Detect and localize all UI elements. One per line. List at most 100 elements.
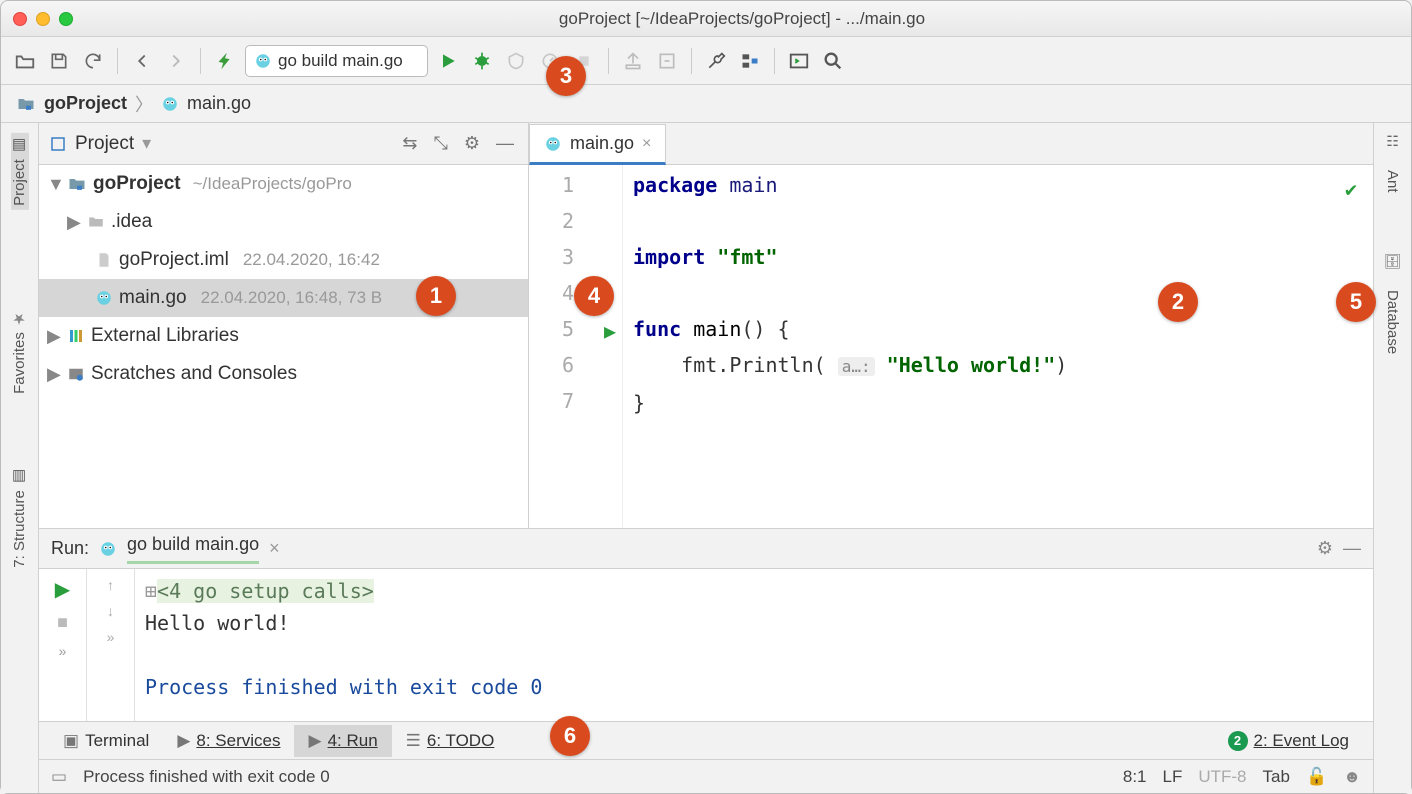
callout-1: 1 — [416, 276, 456, 316]
services-tab[interactable]: ▶8: Services — [163, 725, 294, 757]
code-area[interactable]: package main import "fmt" func main() { … — [623, 165, 1373, 528]
run-icon: ▶ — [308, 731, 321, 751]
run-config-name[interactable]: go build main.go — [127, 534, 259, 564]
breadcrumb-separator: 〉 — [135, 91, 153, 117]
window-controls — [13, 12, 73, 26]
terminal-tab[interactable]: ▣Terminal — [49, 725, 163, 757]
callout-4: 4 — [574, 276, 614, 316]
close-window-button[interactable] — [13, 12, 27, 26]
gopher-icon — [99, 540, 117, 558]
open-icon[interactable] — [11, 47, 39, 75]
tree-root-path: ~/IdeaProjects/goPro — [193, 174, 352, 194]
run-output[interactable]: ⊞<4 go setup calls> Hello world! Process… — [135, 569, 1373, 721]
chevron-down-icon[interactable]: ▼ — [47, 174, 61, 195]
vcs-commit-icon[interactable] — [653, 47, 681, 75]
save-all-icon[interactable] — [45, 47, 73, 75]
run-tab[interactable]: ▶4: Run — [294, 725, 391, 757]
tool-windows-icon[interactable]: ▭ — [51, 767, 67, 787]
refresh-icon[interactable] — [79, 47, 107, 75]
inspection-hector-icon[interactable]: ☻ — [1343, 767, 1361, 787]
tree-root[interactable]: ▼ goProject ~/IdeaProjects/goPro — [39, 165, 528, 203]
database-tool-tab[interactable]: Database — [1384, 290, 1401, 354]
event-log-tab[interactable]: 22: Event Log — [1214, 725, 1363, 757]
tree-external-libs[interactable]: ▶ External Libraries — [39, 317, 528, 355]
dropdown-icon[interactable]: ▾ — [142, 133, 151, 154]
debug-icon[interactable] — [468, 47, 496, 75]
tree-scratches[interactable]: ▶ Scratches and Consoles — [39, 355, 528, 393]
scratches-icon — [67, 365, 85, 383]
down-icon[interactable]: ↓ — [107, 603, 114, 619]
main-toolbar: go build main.go — [1, 37, 1411, 85]
hide-panel-icon[interactable]: — — [492, 133, 518, 154]
project-tool-tab[interactable]: Project ▤ — [11, 133, 29, 210]
todo-tab[interactable]: ☰6: TODO — [392, 725, 509, 757]
module-icon — [49, 135, 67, 153]
run-anything-icon[interactable] — [785, 47, 813, 75]
collapse-all-icon[interactable]: ⤡ — [429, 133, 451, 154]
up-icon[interactable]: ↑ — [107, 577, 114, 593]
expand-icon[interactable]: ⊞ — [145, 579, 157, 603]
hide-panel-icon[interactable]: — — [1343, 538, 1361, 559]
editor-tab-label: main.go — [570, 133, 634, 154]
gopher-icon — [254, 52, 272, 70]
settings-wrench-icon[interactable] — [702, 47, 730, 75]
stop-icon[interactable]: ■ — [57, 612, 68, 633]
run-controls-secondary: ↑ ↓ » — [87, 569, 135, 721]
project-structure-icon[interactable] — [736, 47, 764, 75]
terminal-icon: ▣ — [63, 731, 79, 751]
breadcrumb-file[interactable]: main.go — [187, 93, 251, 114]
breadcrumb-project[interactable]: goProject — [44, 93, 127, 114]
maximize-window-button[interactable] — [59, 12, 73, 26]
back-icon[interactable] — [128, 47, 156, 75]
settings-gear-icon[interactable]: ⚙ — [460, 133, 484, 154]
run-panel: Run: go build main.go × ⚙ — ▶ ■ » ↑ ↓ » — [39, 529, 1373, 721]
favorites-tool-tab[interactable]: Favorites ★ — [11, 306, 29, 398]
editor-tab-main-go[interactable]: main.go × — [529, 124, 666, 165]
line-separator[interactable]: LF — [1163, 767, 1183, 787]
folder-icon — [16, 94, 36, 114]
search-everywhere-icon[interactable] — [819, 47, 847, 75]
inspection-ok-icon[interactable]: ✔ — [1345, 171, 1357, 207]
callout-5: 5 — [1336, 282, 1376, 322]
run-icon[interactable] — [434, 47, 462, 75]
parameter-hint: a…: — [838, 357, 875, 376]
run-panel-title: Run: — [51, 538, 89, 559]
tree-folder-idea[interactable]: ▶ .idea — [39, 203, 528, 241]
callout-6: 6 — [550, 716, 590, 756]
titlebar: goProject [~/IdeaProjects/goProject] - .… — [1, 1, 1411, 37]
tree-file-iml[interactable]: goProject.iml 22.04.2020, 16:42 — [39, 241, 528, 279]
close-run-tab-icon[interactable]: × — [269, 538, 280, 559]
structure-tool-tab[interactable]: 7: Structure ▥ — [11, 464, 29, 572]
project-panel: Project ▾ ⇆ ⤡ ⚙ — ▼ goProject ~/IdeaProj… — [39, 123, 529, 528]
chevron-right-icon[interactable]: ▶ — [47, 326, 61, 347]
bottom-tool-tabs: ▣Terminal ▶8: Services ▶4: Run ☰6: TODO … — [39, 721, 1373, 759]
chevron-right-icon[interactable]: ▶ — [47, 364, 61, 385]
readonly-lock-icon[interactable]: 🔓 — [1306, 767, 1327, 787]
rerun-icon[interactable]: ▶ — [55, 577, 70, 602]
close-tab-icon[interactable]: × — [642, 135, 651, 153]
settings-gear-icon[interactable]: ⚙ — [1317, 538, 1333, 559]
ant-tool-tab[interactable]: Ant — [1384, 170, 1401, 193]
scroll-from-source-icon[interactable]: ⇆ — [398, 133, 421, 154]
cursor-position[interactable]: 8:1 — [1123, 767, 1147, 787]
file-encoding[interactable]: UTF-8 — [1198, 767, 1246, 787]
code-editor[interactable]: 1 2 3 4 5 6 7 ▶ package main import "fmt… — [529, 165, 1373, 528]
gutter-run-icon[interactable]: ▶ — [604, 313, 616, 349]
breadcrumb: goProject 〉 main.go — [1, 85, 1411, 123]
editor-gutter[interactable]: 1 2 3 4 5 6 7 ▶ — [529, 165, 623, 528]
project-tree[interactable]: ▼ goProject ~/IdeaProjects/goPro ▶ .idea… — [39, 165, 528, 528]
indent-setting[interactable]: Tab — [1263, 767, 1290, 787]
run-config-selector[interactable]: go build main.go — [245, 45, 428, 77]
forward-icon[interactable] — [162, 47, 190, 75]
services-icon: ▶ — [177, 731, 190, 751]
more-icon[interactable]: » — [59, 643, 67, 659]
minimize-window-button[interactable] — [36, 12, 50, 26]
project-panel-header: Project ▾ ⇆ ⤡ ⚙ — — [39, 123, 528, 165]
more-icon[interactable]: » — [107, 629, 115, 645]
status-bar: ▭ Process finished with exit code 0 8:1 … — [39, 759, 1373, 793]
callout-3: 3 — [546, 56, 586, 96]
coverage-icon[interactable] — [502, 47, 530, 75]
chevron-right-icon[interactable]: ▶ — [67, 212, 81, 233]
build-icon[interactable] — [211, 47, 239, 75]
vcs-update-icon[interactable] — [619, 47, 647, 75]
